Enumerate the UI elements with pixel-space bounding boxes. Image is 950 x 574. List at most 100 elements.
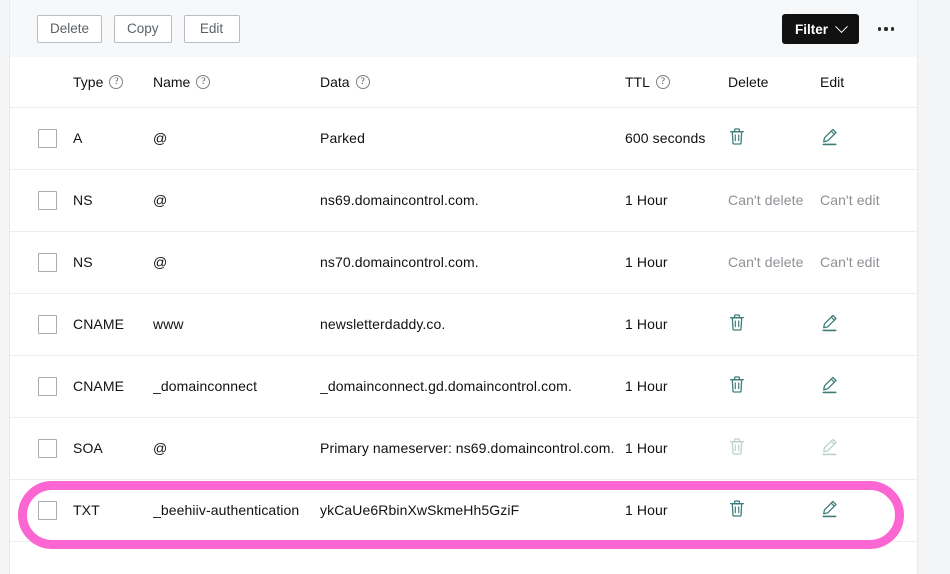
table-body: A @ Parked 600 seconds NS @ ns69.domaincontrol… [10, 107, 917, 542]
record-ttl-value: 1 Hour [625, 378, 668, 394]
record-type-value: NS [73, 254, 93, 270]
help-icon[interactable]: ? [196, 75, 211, 90]
record-type-value: A [73, 130, 83, 146]
row-checkbox[interactable] [38, 252, 57, 272]
table-row[interactable]: TXT _beehiiv-authentication ykCaUe6RbinXwS… [10, 479, 917, 542]
record-type-cell: CNAME [73, 293, 153, 356]
record-name-cell: @ [153, 169, 320, 232]
record-data-cell: ns70.domaincontrol.com. [320, 231, 625, 294]
pencil-icon[interactable] [820, 127, 839, 147]
chevron-down-icon [835, 19, 848, 33]
record-name-value: @ [153, 254, 168, 270]
header-data-label: Data [320, 74, 350, 91]
pencil-icon[interactable] [820, 375, 839, 395]
header-name: Name ? [153, 58, 320, 108]
record-name-value: www [153, 316, 184, 332]
row-checkbox[interactable] [38, 500, 57, 520]
record-data-value: ns69.domaincontrol.com. [320, 192, 479, 208]
trash-icon[interactable] [728, 375, 746, 394]
row-select-cell [10, 293, 73, 356]
filter-button[interactable]: Filter [781, 14, 859, 44]
record-type-cell: SOA [73, 417, 153, 480]
delete-cell [728, 355, 820, 418]
record-data-value: ns70.domaincontrol.com. [320, 254, 479, 270]
delete-button[interactable]: Delete [37, 15, 103, 43]
trash-icon [728, 437, 746, 456]
trash-icon[interactable] [728, 313, 746, 332]
table-row[interactable]: CNAME www newsletterdaddy.co. 1 Hour [10, 293, 917, 356]
record-type-value: TXT [73, 502, 100, 518]
table-row[interactable]: NS @ ns70.domaincontrol.com. 1 Hour Can't de… [10, 231, 917, 294]
record-data-cell: ykCaUe6RbinXwSkmeHh5GziF [320, 479, 625, 542]
record-type-cell: NS [73, 231, 153, 294]
row-select-cell [10, 107, 73, 170]
record-name-cell: @ [153, 231, 320, 294]
record-ttl-value: 600 seconds [625, 130, 706, 146]
record-name-cell: _domainconnect [153, 355, 320, 418]
record-type-value: CNAME [73, 316, 125, 332]
copy-button[interactable]: Copy [114, 15, 172, 43]
row-checkbox[interactable] [38, 438, 57, 458]
row-checkbox[interactable] [38, 376, 57, 396]
dns-records-screen: Delete Copy Edit Filter Type ? Name ? Da… [0, 0, 950, 574]
record-type-cell: A [73, 107, 153, 170]
record-name-cell: @ [153, 107, 320, 170]
record-data-value: Primary nameserver: ns69.domaincontrol.c… [320, 440, 615, 456]
row-checkbox[interactable] [38, 190, 57, 210]
help-icon[interactable]: ? [109, 75, 124, 90]
help-icon[interactable]: ? [655, 75, 670, 90]
record-name-value: _beehiiv-authentication [153, 502, 300, 518]
more-options-icon[interactable] [873, 16, 899, 42]
help-icon[interactable]: ? [355, 75, 370, 90]
table-row[interactable]: NS @ ns69.domaincontrol.com. 1 Hour Can't de… [10, 169, 917, 232]
delete-cell [728, 479, 820, 542]
record-ttl-cell: 1 Hour [625, 417, 728, 480]
record-type-value: SOA [73, 440, 103, 456]
pencil-icon [820, 437, 839, 457]
record-type-value: CNAME [73, 378, 125, 394]
trash-icon[interactable] [728, 127, 746, 146]
toolbar-right-controls: Filter [781, 14, 899, 44]
pencil-icon[interactable] [820, 499, 839, 519]
header-name-label: Name [153, 74, 191, 91]
row-checkbox[interactable] [38, 128, 57, 148]
table-row[interactable]: SOA @ Primary nameserver: ns69.domaincontr… [10, 417, 917, 480]
record-ttl-cell: 1 Hour [625, 479, 728, 542]
header-type-label: Type [73, 74, 104, 91]
delete-cell: Can't delete [728, 169, 820, 232]
header-data: Data ? [320, 58, 625, 108]
record-name-value: @ [153, 130, 168, 146]
pencil-icon[interactable] [820, 313, 839, 333]
edit-cell [820, 479, 917, 542]
dns-records-card: Delete Copy Edit Filter Type ? Name ? Da… [9, 0, 918, 574]
edit-cell [820, 355, 917, 418]
delete-cell [728, 293, 820, 356]
header-type: Type ? [73, 58, 153, 108]
header-edit: Edit [820, 58, 917, 108]
row-checkbox[interactable] [38, 314, 57, 334]
record-ttl-cell: 1 Hour [625, 169, 728, 232]
table-row[interactable]: CNAME _domainconnect _domainconnect.gd.dom… [10, 355, 917, 418]
record-type-value: NS [73, 192, 93, 208]
record-ttl-cell: 1 Hour [625, 355, 728, 418]
edit-button[interactable]: Edit [183, 15, 240, 43]
row-select-cell [10, 231, 73, 294]
row-select-cell [10, 169, 73, 232]
trash-icon[interactable] [728, 499, 746, 518]
record-data-cell: Parked [320, 107, 625, 170]
record-name-cell: @ [153, 417, 320, 480]
kebab-dot [884, 27, 888, 31]
record-ttl-value: 1 Hour [625, 502, 668, 518]
record-data-cell: newsletterdaddy.co. [320, 293, 625, 356]
record-data-value: newsletterdaddy.co. [320, 316, 446, 332]
record-ttl-value: 1 Hour [625, 254, 668, 270]
records-toolbar: Delete Copy Edit Filter [10, 0, 917, 58]
record-name-value: @ [153, 440, 168, 456]
record-type-cell: TXT [73, 479, 153, 542]
record-data-value: _domainconnect.gd.domaincontrol.com. [320, 378, 572, 394]
table-row[interactable]: A @ Parked 600 seconds [10, 107, 917, 170]
dns-records-table: Type ? Name ? Data ? TTL ? Delete Edit A… [10, 58, 917, 542]
header-ttl-label: TTL [625, 74, 650, 91]
record-name-value: _domainconnect [153, 378, 258, 394]
record-ttl-value: 1 Hour [625, 316, 668, 332]
